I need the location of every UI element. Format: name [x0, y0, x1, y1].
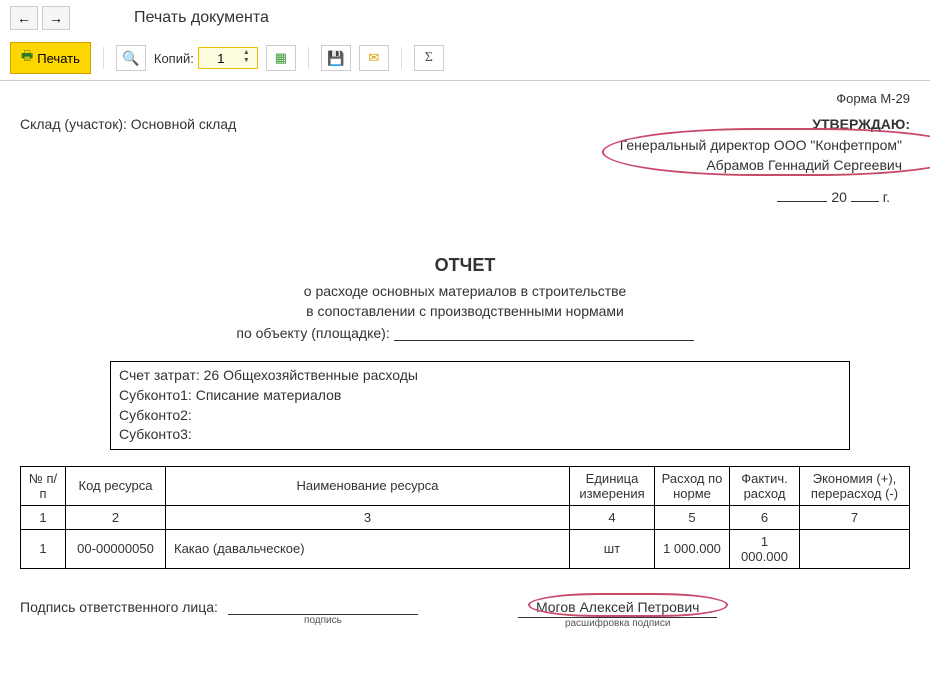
copies-input-wrap: ▲ ▼	[198, 47, 258, 69]
warehouse-label: Склад (участок):	[20, 116, 127, 132]
colnum: 4	[570, 505, 655, 529]
printer-icon: 🖶	[21, 47, 33, 69]
signature-name: Могов Алексей Петрович	[518, 599, 718, 618]
copies-spinner: ▲ ▼	[243, 50, 255, 66]
colnum: 2	[66, 505, 166, 529]
spinner-down[interactable]: ▼	[243, 58, 255, 66]
resource-table: № п/п Код ресурса Наименование ресурса Е…	[20, 466, 910, 569]
th-name: Наименование ресурса	[166, 466, 570, 505]
cell-unit: шт	[570, 529, 655, 568]
th-fact: Фактич. расход	[730, 466, 800, 505]
th-num: № п/п	[21, 466, 66, 505]
cell-code: 00-00000050	[66, 529, 166, 568]
report-subtitle-2: в сопоставлении с производственными норм…	[20, 302, 910, 322]
sigma-icon: Σ	[425, 50, 433, 66]
toolbar: 🖶 Печать 🔍 Копий: ▲ ▼ ▦ 💾 ✉ Σ	[0, 36, 930, 80]
account-line1-label: Счет затрат:	[119, 367, 200, 383]
colnum: 7	[800, 505, 910, 529]
nav-bar: ← → Печать документа	[0, 0, 930, 36]
colnum: 3	[166, 505, 570, 529]
sum-button[interactable]: Σ	[414, 45, 444, 71]
floppy-icon: 💾	[327, 50, 344, 67]
warehouse: Склад (участок): Основной склад	[20, 116, 236, 205]
th-unit: Единица измерения	[570, 466, 655, 505]
account-line2-label: Субконто1:	[119, 387, 192, 403]
signature-row: Подпись ответственного лица: подпись Мог…	[20, 599, 910, 629]
envelope-icon: ✉	[368, 50, 379, 66]
colnum: 6	[730, 505, 800, 529]
save-button[interactable]: 💾	[321, 45, 351, 71]
colnum: 5	[655, 505, 730, 529]
account-box: Счет затрат: 26 Общехозяйственные расход…	[110, 361, 850, 449]
document-area: Форма М-29 Склад (участок): Основной скл…	[0, 80, 930, 639]
back-button[interactable]: ←	[10, 6, 38, 30]
signature-label: Подпись ответственного лица:	[20, 599, 218, 615]
cell-num: 1	[21, 529, 66, 568]
copies-label: Копий:	[154, 51, 194, 66]
settings-button[interactable]: ▦	[266, 45, 296, 71]
th-norm: Расход по норме	[655, 466, 730, 505]
table-colnum-row: 1 2 3 4 5 6 7	[21, 505, 910, 529]
director-title: Генеральный директор ООО "Конфетпром"	[620, 136, 902, 156]
separator	[308, 47, 309, 69]
table-settings-icon: ▦	[275, 50, 287, 66]
print-button[interactable]: 🖶 Печать	[10, 42, 91, 74]
object-blank	[394, 340, 694, 341]
copies-input[interactable]	[201, 51, 241, 66]
object-label: по объекту (площадке):	[236, 325, 389, 341]
approve-title: УТВЕРЖДАЮ:	[612, 116, 910, 132]
signature-hint: подпись	[228, 615, 418, 626]
table-header-row: № п/п Код ресурса Наименование ресурса Е…	[21, 466, 910, 505]
table-row: 1 00-00000050 Какао (давальческое) шт 1 …	[21, 529, 910, 568]
date-blank-year	[851, 201, 879, 202]
account-line1: Счет затрат: 26 Общехозяйственные расход…	[119, 366, 841, 386]
account-line2: Субконто1: Списание материалов	[119, 386, 841, 406]
cell-norm: 1 000.000	[655, 529, 730, 568]
arrow-right-icon: →	[49, 10, 63, 26]
date-20: 20	[831, 189, 847, 205]
report-title: ОТЧЕТ	[20, 255, 910, 276]
separator	[401, 47, 402, 69]
account-line2-value: Списание материалов	[196, 387, 342, 403]
th-econ: Экономия (+), перерасход (-)	[800, 466, 910, 505]
forward-button[interactable]: →	[42, 6, 70, 30]
page-title: Печать документа	[134, 9, 269, 27]
cell-econ	[800, 529, 910, 568]
magnifier-icon: 🔍	[122, 50, 139, 67]
account-line4: Субконто3:	[119, 425, 841, 445]
director-block: Генеральный директор ООО "Конфетпром" Аб…	[612, 132, 910, 179]
date-g: г.	[883, 189, 890, 205]
arrow-left-icon: ←	[17, 10, 31, 26]
signature-name-wrap: Могов Алексей Петрович расшифровка подпи…	[518, 599, 718, 629]
approve-block: УТВЕРЖДАЮ: Генеральный директор ООО "Кон…	[612, 116, 910, 205]
account-line3-label: Субконто2:	[119, 407, 192, 423]
signature-field: подпись	[228, 599, 418, 626]
account-line4-label: Субконто3:	[119, 426, 192, 442]
cell-name: Какао (давальческое)	[166, 529, 570, 568]
object-line: по объекту (площадке):	[20, 325, 910, 341]
print-button-label: Печать	[37, 51, 80, 66]
preview-button[interactable]: 🔍	[116, 45, 146, 71]
warehouse-value: Основной склад	[131, 116, 236, 132]
account-line3: Субконто2:	[119, 406, 841, 426]
th-code: Код ресурса	[66, 466, 166, 505]
date-blank-day	[777, 201, 827, 202]
form-label: Форма М-29	[20, 91, 910, 106]
colnum: 1	[21, 505, 66, 529]
cell-fact: 1 000.000	[730, 529, 800, 568]
separator	[103, 47, 104, 69]
signature-line	[228, 599, 418, 615]
signature-name-hint: расшифровка подписи	[518, 618, 718, 629]
report-subtitle-1: о расходе основных материалов в строител…	[20, 282, 910, 302]
mail-button[interactable]: ✉	[359, 45, 389, 71]
copies-group: Копий: ▲ ▼	[154, 47, 258, 69]
approval-date: 20 г.	[612, 189, 890, 205]
header-row: Склад (участок): Основной склад УТВЕРЖДА…	[20, 116, 910, 205]
director-name: Абрамов Геннадий Сергеевич	[620, 156, 902, 176]
account-line1-value: 26 Общехозяйственные расходы	[204, 367, 418, 383]
